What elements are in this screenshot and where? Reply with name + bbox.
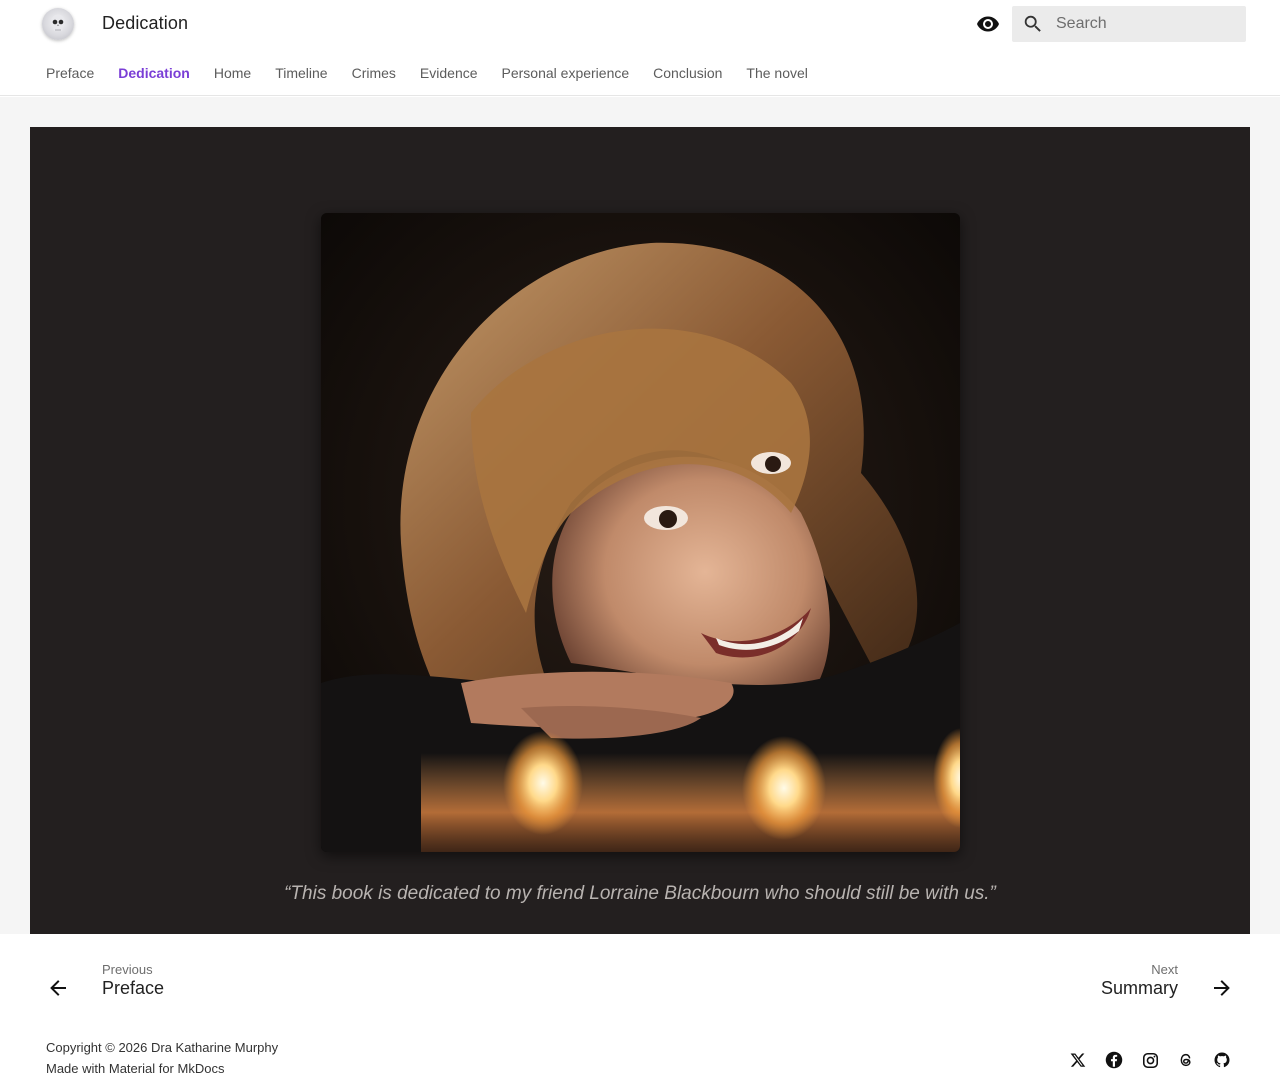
dedication-photo [321, 213, 960, 852]
arrow-right-icon [1210, 976, 1234, 1005]
tab-dedication[interactable]: Dedication [118, 65, 190, 81]
social-links [1052, 1050, 1232, 1070]
search-input[interactable] [1056, 6, 1240, 42]
tab-list: Preface Dedication Home Timeline Crimes Evide… [46, 65, 832, 81]
previous-page-link[interactable]: Previous Preface [46, 962, 246, 1006]
github-icon[interactable] [1212, 1050, 1232, 1070]
previous-caption: Previous [102, 962, 153, 977]
tab-crimes[interactable]: Crimes [352, 65, 396, 81]
next-title: Summary [1100, 978, 1178, 998]
x-icon[interactable] [1068, 1050, 1088, 1070]
made-with: Made with Material for MkDocs [46, 1061, 225, 1076]
next-caption: Next [1151, 962, 1178, 977]
facebook-icon[interactable] [1104, 1050, 1124, 1070]
tab-conclusion[interactable]: Conclusion [653, 65, 722, 81]
instagram-icon[interactable] [1140, 1050, 1160, 1070]
tab-evidence[interactable]: Evidence [420, 65, 478, 81]
skull-icon[interactable] [42, 8, 74, 40]
tab-the-novel[interactable]: The novel [746, 65, 807, 81]
search-icon[interactable] [1022, 13, 1044, 40]
page-title: Dedication [102, 13, 189, 33]
tab-bar: Preface Dedication Home Timeline Crimes Evide… [0, 48, 1280, 96]
tab-timeline[interactable]: Timeline [275, 65, 327, 81]
footer-navigation: Previous Preface Next Summary [0, 934, 1280, 1026]
tab-preface[interactable]: Preface [46, 65, 94, 81]
previous-title: Preface [102, 978, 165, 998]
copyright: Copyright © 2026 Dra Katharine Murphy [46, 1040, 279, 1055]
dedication-quote: “This book is dedicated to my friend Lor… [284, 883, 996, 904]
threads-icon[interactable] [1176, 1050, 1196, 1070]
search-box[interactable] [1012, 6, 1246, 42]
eye-icon[interactable] [974, 10, 1002, 38]
header: Dedication [0, 0, 1280, 48]
tab-personal-experience[interactable]: Personal experience [502, 65, 630, 81]
next-page-link[interactable]: Next Summary [1080, 962, 1234, 1006]
site-footer: Copyright © 2026 Dra Katharine Murphy Ma… [0, 1026, 1280, 1091]
arrow-left-icon [46, 976, 70, 1005]
tab-home[interactable]: Home [214, 65, 251, 81]
